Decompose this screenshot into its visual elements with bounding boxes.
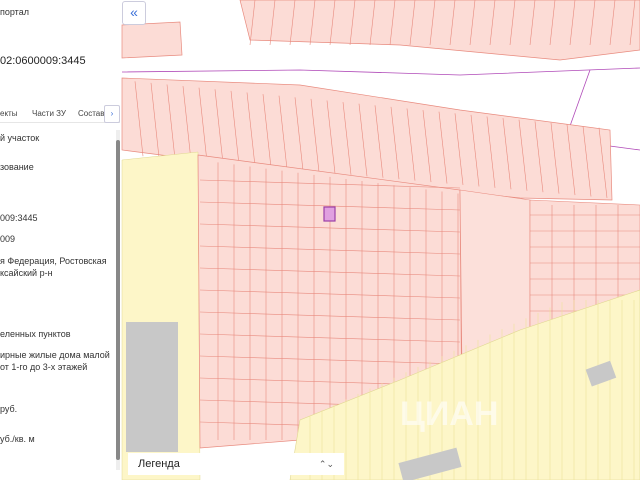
selected-parcel	[323, 206, 336, 222]
legend-dropdown[interactable]: Легенда ⌃⌄	[128, 453, 344, 475]
chevron-updown-icon: ⌃⌄	[318, 459, 334, 469]
collapse-sidebar-button[interactable]: «	[122, 1, 146, 25]
zone-gray	[126, 322, 178, 452]
info-row: ирные жилые дома малой	[0, 350, 110, 360]
sidebar-panel: портал 02:0600009:3445 екты Части ЗУ Сос…	[0, 0, 120, 480]
cadastral-number: 02:0600009:3445	[0, 55, 86, 67]
info-row: ксайский р-н	[0, 268, 53, 278]
watermark: ЦИАН	[400, 395, 498, 433]
tab-parts[interactable]: Части ЗУ	[32, 109, 66, 118]
info-row: руб.	[0, 404, 18, 414]
tab-composition[interactable]: Состав	[78, 109, 105, 118]
scrollbar-thumb[interactable]	[116, 140, 120, 460]
info-row: еленных пунктов	[0, 329, 71, 339]
portal-title: портал	[0, 7, 29, 17]
info-row: 009:3445	[0, 213, 38, 223]
info-row: от 1-го до 3-х этажей	[0, 362, 88, 372]
info-row: зование	[0, 162, 34, 172]
info-row: я Федерация, Ростовская	[0, 256, 107, 266]
tabs-scroll-right-button[interactable]: ›	[104, 105, 120, 123]
legend-label: Легенда	[138, 458, 180, 470]
tab-bar: екты Части ЗУ Состав	[0, 106, 120, 123]
tab-objects[interactable]: екты	[0, 109, 17, 118]
info-row: уб./кв. м	[0, 434, 35, 444]
info-row: й участок	[0, 133, 40, 143]
info-row: 009	[0, 234, 16, 244]
